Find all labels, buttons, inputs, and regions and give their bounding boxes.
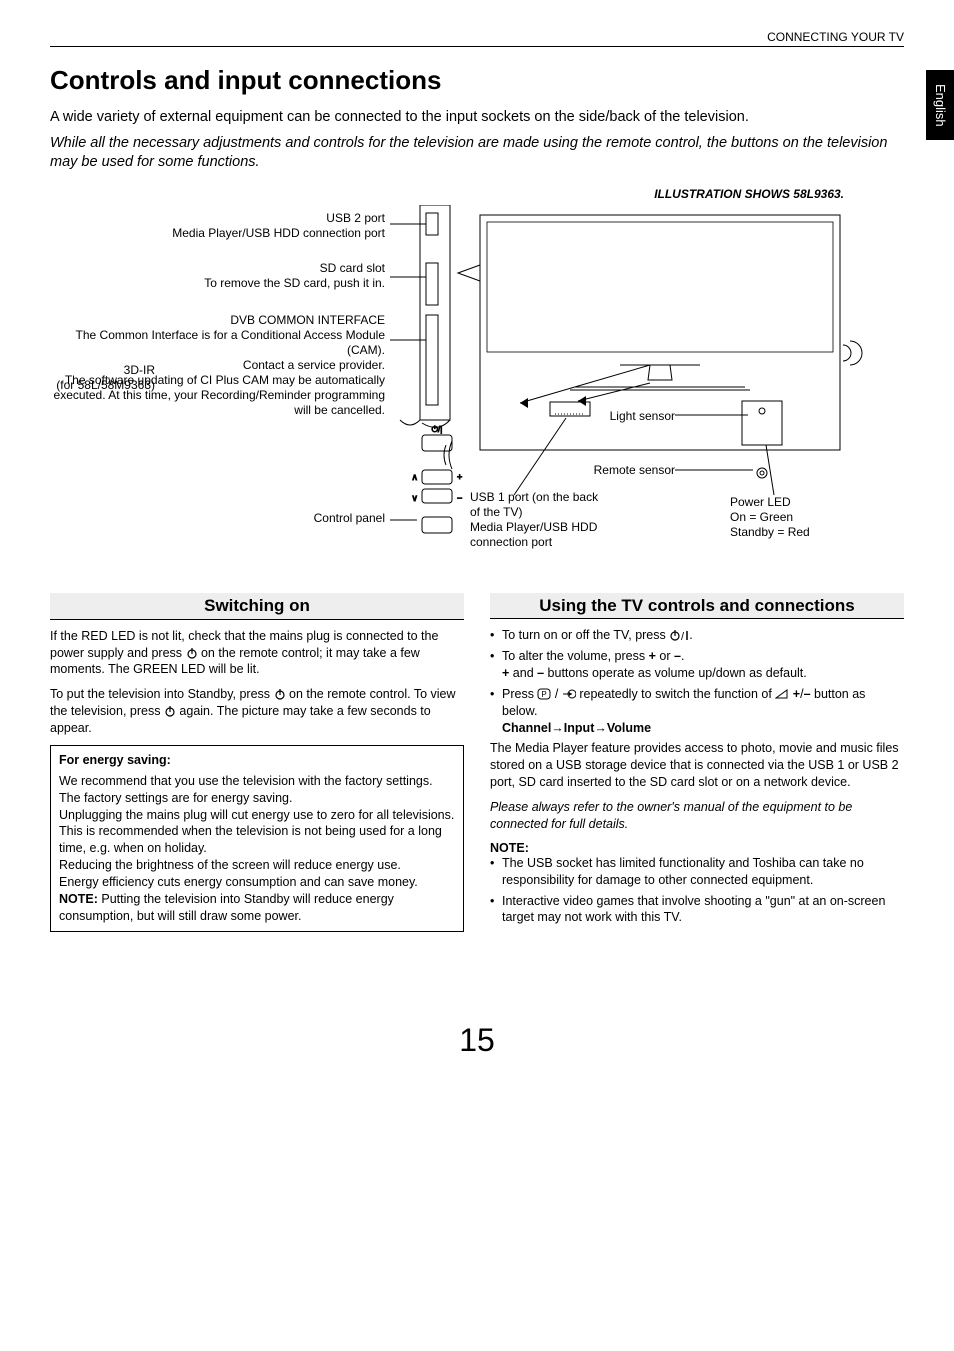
power-icon <box>164 705 176 717</box>
left-column: Switching on If the RED LED is not lit, … <box>50 593 464 932</box>
intro-paragraph-1: A wide variety of external equipment can… <box>50 108 904 128</box>
page-number: 15 <box>50 1022 904 1059</box>
box-p2: Unplugging the mains plug will cut energ… <box>59 807 455 858</box>
right-media-p: The Media Player feature provides access… <box>490 740 904 791</box>
label-usb2: USB 2 port Media Player/USB HDD connecti… <box>50 211 385 241</box>
left-p1: If the RED LED is not lit, check that th… <box>50 628 464 679</box>
svg-text:+: + <box>457 472 462 482</box>
running-head: CONNECTING YOUR TV <box>50 30 904 44</box>
svg-text:P: P <box>542 690 547 699</box>
right-li2-sub: + and – buttons operate as volume up/dow… <box>502 665 904 682</box>
input-arrow-icon <box>562 688 576 700</box>
page-title: Controls and input connections <box>50 65 904 96</box>
box-p1: We recommend that you use the television… <box>59 773 455 807</box>
page-root: CONNECTING YOUR TV English Controls and … <box>0 0 954 1089</box>
tv-diagram: ⏻/| ∧ ∨ + − <box>50 205 904 575</box>
right-note-label: NOTE: <box>490 841 904 855</box>
box-note: NOTE: Putting the television into Standb… <box>59 891 455 925</box>
power-bar-icon: / <box>669 629 689 641</box>
right-column: Using the TV controls and connections To… <box>490 593 904 932</box>
right-owner-p: Please always refer to the owner's manua… <box>490 799 904 833</box>
label-usb1: USB 1 port (on the back of the TV) Media… <box>470 490 610 550</box>
label-3d-ir: 3D-IR (for 58L/58M9363) <box>50 363 155 393</box>
box-p3: Reducing the brightness of the screen wi… <box>59 857 455 874</box>
left-heading: Switching on <box>50 593 464 620</box>
language-tab: English <box>926 70 954 140</box>
right-li3: Press P / repeatedly to switch the funct… <box>490 686 904 737</box>
right-notes: The USB socket has limited functionality… <box>490 855 904 927</box>
svg-text:−: − <box>457 493 462 503</box>
top-rule <box>50 46 904 47</box>
volume-triangle-icon <box>775 688 789 700</box>
right-note-2: Interactive video games that involve sho… <box>490 893 904 927</box>
right-bullets: To turn on or off the TV, press /. To al… <box>490 627 904 736</box>
two-column-area: Switching on If the RED LED is not lit, … <box>50 593 904 932</box>
right-li2: To alter the volume, press + or –. + and… <box>490 648 904 682</box>
box-head: For energy saving: <box>59 752 455 769</box>
illustration-caption: ILLUSTRATION SHOWS 58L9363. <box>50 187 904 201</box>
label-light-sensor: Light sensor <box>560 409 675 424</box>
power-icon <box>274 688 286 700</box>
label-sd: SD card slot To remove the SD card, push… <box>50 261 385 291</box>
p-box-icon: P <box>537 688 551 700</box>
box-p4: Energy efficiency cuts energy consumptio… <box>59 874 455 891</box>
svg-text:/: / <box>681 631 685 641</box>
energy-saving-box: For energy saving: We recommend that you… <box>50 745 464 932</box>
right-li3-sub: Channel→Input→Volume <box>502 720 904 737</box>
intro-paragraph-2: While all the necessary adjustments and … <box>50 134 904 173</box>
right-note-1: The USB socket has limited functionality… <box>490 855 904 889</box>
label-remote-sensor: Remote sensor <box>550 463 675 478</box>
label-power-led: Power LED On = Green Standby = Red <box>730 495 860 540</box>
label-control-panel: Control panel <box>50 511 385 526</box>
right-heading: Using the TV controls and connections <box>490 593 904 620</box>
left-p2: To put the television into Standby, pres… <box>50 686 464 737</box>
right-li1: To turn on or off the TV, press /. <box>490 627 904 644</box>
svg-text:∧: ∧ <box>411 472 418 482</box>
svg-text:∨: ∨ <box>411 493 418 503</box>
power-icon <box>186 647 198 659</box>
